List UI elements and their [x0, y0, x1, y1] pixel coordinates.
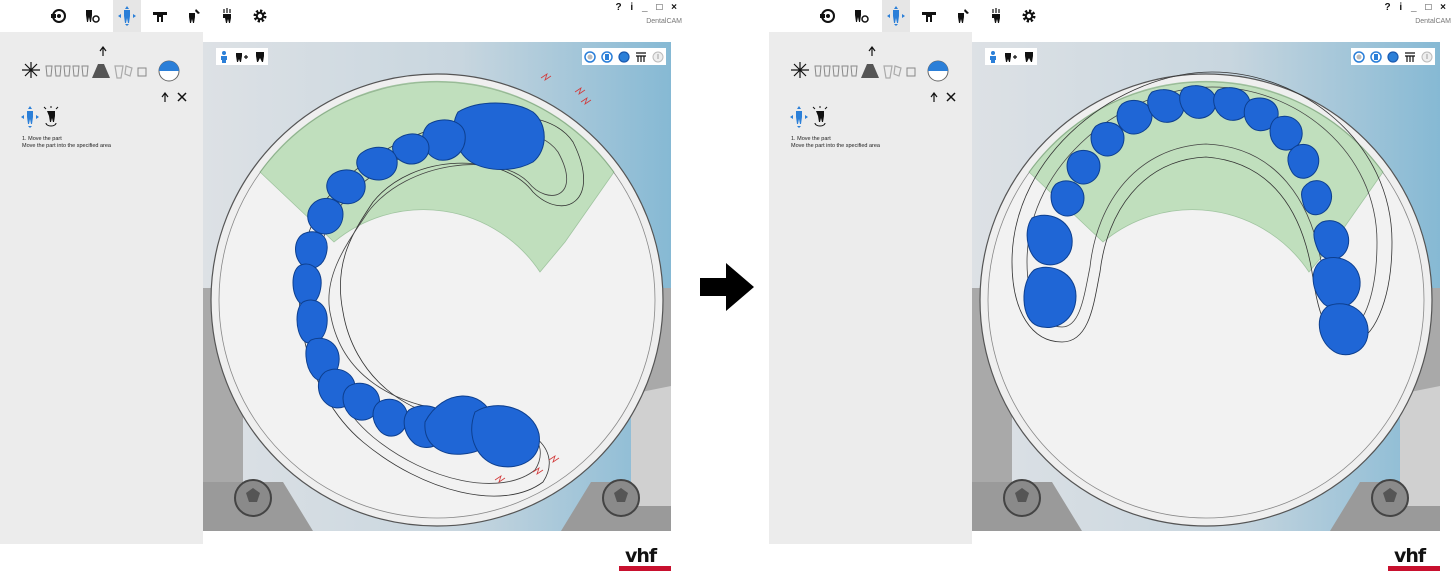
tooth-selection-icons — [22, 62, 147, 79]
crown-icon[interactable] — [982, 3, 1010, 29]
status-band — [769, 544, 1454, 573]
view-front-icon[interactable] — [601, 50, 613, 63]
move-part-icon — [21, 106, 39, 128]
tooth-tool-icon[interactable] — [180, 3, 208, 29]
tool-strip — [22, 46, 187, 102]
help-button[interactable]: ? — [616, 2, 624, 13]
settings-gear-icon[interactable] — [1015, 3, 1043, 29]
machine-scene — [972, 71, 1440, 531]
info-button[interactable]: i — [1399, 2, 1404, 13]
viewport-right-tools — [1351, 48, 1435, 65]
view-eye-icon — [43, 106, 59, 127]
viewport-left-tools — [985, 48, 1037, 65]
tool-strip — [791, 46, 956, 102]
vhf-logo: vhf — [619, 545, 671, 571]
move-part-icon — [790, 106, 808, 128]
arrow-up-icon — [868, 46, 876, 56]
view-eye-icon — [812, 106, 828, 127]
info-button[interactable]: i — [630, 2, 635, 13]
arrow-up-icon — [930, 92, 938, 102]
minimize-button[interactable]: _ — [1411, 2, 1419, 13]
close-button[interactable]: × — [671, 2, 679, 13]
arrow-up-icon — [99, 46, 107, 56]
view-front-icon[interactable] — [1370, 50, 1382, 63]
surface-view-icon — [158, 60, 180, 82]
move-mode-icons[interactable] — [789, 106, 833, 128]
tooth-drill-icon[interactable] — [847, 3, 875, 29]
info-disabled-icon[interactable] — [652, 51, 664, 63]
window-controls: ? i _ □ × — [1383, 2, 1448, 13]
top-toolbar: ? i _ □ × DentalCAM — [769, 0, 1454, 32]
vhf-logo: vhf — [1388, 545, 1440, 571]
view-disc-icon[interactable] — [1353, 50, 1366, 63]
view-disc-icon[interactable] — [584, 50, 597, 63]
disc-icon[interactable] — [44, 3, 72, 29]
top-toolbar: ? i _ □ × DentalCAM — [0, 0, 685, 32]
view-solid-icon[interactable] — [1387, 50, 1399, 63]
crown-icon[interactable] — [213, 3, 241, 29]
maximize-button[interactable]: □ — [656, 2, 664, 13]
info-disabled-icon[interactable] — [1421, 51, 1433, 63]
close-icon — [946, 92, 956, 102]
minimize-button[interactable]: _ — [642, 2, 650, 13]
viewport-left-tools — [216, 48, 268, 65]
machine-scene — [203, 73, 671, 531]
step-description: Move the part into the specified area — [791, 143, 880, 149]
move-mode-icons[interactable] — [20, 106, 64, 128]
move-part-icon[interactable] — [113, 0, 141, 32]
close-button[interactable]: × — [1440, 2, 1448, 13]
tooth-plus-icon[interactable] — [1004, 51, 1018, 63]
supports-icon[interactable] — [1404, 51, 1416, 63]
3d-viewport[interactable] — [972, 42, 1440, 531]
arrow-up-icon — [161, 92, 169, 102]
step-description: Move the part into the specified area — [22, 143, 111, 149]
close-icon — [177, 92, 187, 102]
tooth-selection-icons — [791, 62, 916, 79]
transition-arrow-icon — [700, 263, 754, 311]
viewport-right-tools — [582, 48, 666, 65]
disc-icon[interactable] — [813, 3, 841, 29]
tooth-icon[interactable] — [255, 51, 265, 63]
status-band — [0, 544, 685, 573]
help-button[interactable]: ? — [1385, 2, 1393, 13]
app-name: DentalCAM — [1415, 18, 1451, 25]
app-name: DentalCAM — [646, 18, 682, 25]
move-part-icon[interactable] — [882, 0, 910, 32]
holder-icon[interactable] — [146, 3, 174, 29]
tooth-icon[interactable] — [1024, 51, 1034, 63]
panel-before: ? i _ □ × DentalCAM 1. Move the part Mov… — [0, 0, 685, 573]
tooth-plus-icon[interactable] — [235, 51, 249, 63]
person-view-icon[interactable] — [988, 50, 998, 63]
maximize-button[interactable]: □ — [1425, 2, 1433, 13]
holder-icon[interactable] — [915, 3, 943, 29]
tooth-drill-icon[interactable] — [78, 3, 106, 29]
panel-after: ? i _ □ × DentalCAM 1. Move the part Mov… — [769, 0, 1454, 573]
supports-icon[interactable] — [635, 51, 647, 63]
person-view-icon[interactable] — [219, 50, 229, 63]
step-title: 1. Move the part — [791, 136, 831, 142]
step-title: 1. Move the part — [22, 136, 62, 142]
tooth-tool-icon[interactable] — [949, 3, 977, 29]
3d-viewport[interactable] — [203, 42, 671, 531]
window-controls: ? i _ □ × — [614, 2, 679, 13]
settings-gear-icon[interactable] — [246, 3, 274, 29]
view-solid-icon[interactable] — [618, 50, 630, 63]
surface-view-icon — [927, 60, 949, 82]
